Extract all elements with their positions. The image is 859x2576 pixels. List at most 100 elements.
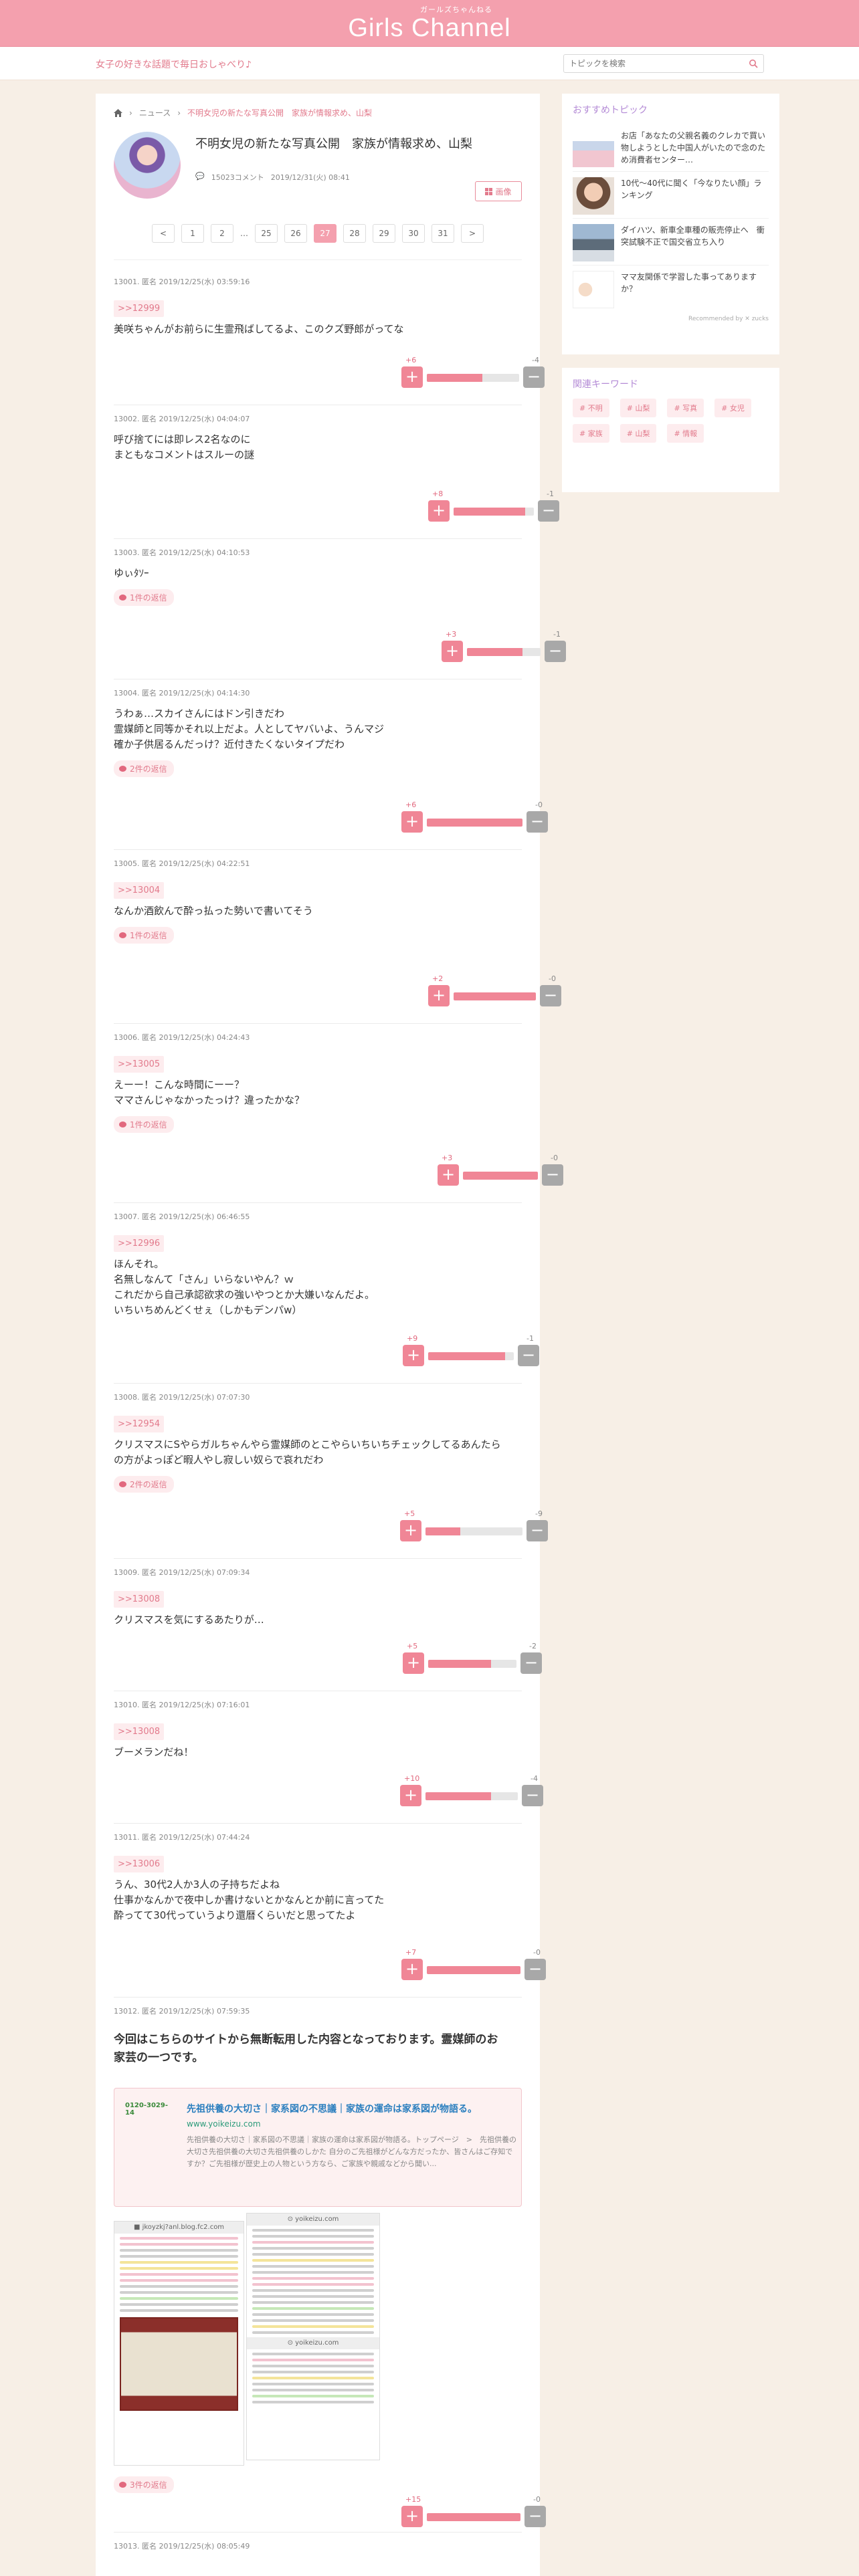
comment-line: ママさんじゃなかったっけ？違ったかな？: [114, 1094, 305, 1106]
pager-page[interactable]: 2: [211, 224, 233, 243]
minus-button[interactable]: −: [523, 366, 545, 388]
minus-button[interactable]: −: [527, 811, 548, 833]
plus-button[interactable]: +: [401, 366, 423, 388]
minus-button[interactable]: −: [520, 1652, 542, 1674]
pager-page[interactable]: 28: [343, 224, 366, 243]
minus-count: -1: [527, 1334, 534, 1343]
reply-badge[interactable]: 1件の返信: [114, 589, 174, 606]
recommended-title: おすすめトピック: [573, 105, 648, 116]
keyword-tag[interactable]: # 不明: [573, 399, 609, 417]
search-input[interactable]: [564, 55, 738, 72]
plus-button[interactable]: +: [403, 1345, 424, 1366]
plus-count: +3: [446, 630, 457, 639]
pager-page[interactable]: 27: [314, 224, 337, 243]
reply-anchor-link[interactable]: >>13008: [114, 1723, 165, 1740]
minus-button[interactable]: −: [545, 641, 566, 662]
vote-bar: [427, 2513, 520, 2521]
plus-button[interactable]: +: [428, 500, 450, 522]
minus-button[interactable]: −: [518, 1345, 539, 1366]
comment-body: クリスマスにSやらガルちゃんやら霊媒師のとこやらいちいちチェックしてるあんたらの…: [114, 1437, 501, 1468]
keyword-box: 関連キーワード # 不明 # 山梨 # 写真 # 女児 # 家族 # 山梨 # 情報: [562, 368, 779, 492]
recommended-item[interactable]: 10代〜40代に聞く「今なりたい顔」ランキング: [573, 171, 769, 218]
reply-anchor-link[interactable]: >>12954: [114, 1416, 165, 1432]
vote-bar-fill: [427, 374, 482, 382]
plus-count: +7: [405, 1948, 417, 1957]
recommended-item[interactable]: お店「あなたの父親名義のクレカで買い物しようとした中国人がいたので念のため消費者…: [573, 124, 769, 171]
pager-page[interactable]: 31: [432, 224, 454, 243]
reply-badge[interactable]: 3件の返信: [114, 2476, 174, 2493]
plus-button[interactable]: +: [438, 1164, 459, 1186]
search-icon[interactable]: [749, 59, 758, 68]
comment-line: の方がよっぽど暇人やし寂しい奴らで哀れだわ: [114, 1454, 324, 1466]
attached-screenshot-right[interactable]: ⊙ yoikeizu.com ⊙ yoikeizu.com: [246, 2213, 380, 2460]
home-icon[interactable]: [114, 108, 122, 117]
pager-next[interactable]: >: [461, 224, 484, 243]
logo-text: Girls Channel: [348, 14, 511, 42]
minus-button[interactable]: −: [522, 1785, 543, 1806]
screenshot-text-line: [120, 2267, 238, 2270]
reply-anchor-link[interactable]: >>12999: [114, 300, 165, 317]
breadcrumb-current[interactable]: 不明女児の新たな写真公開 家族が情報求め、山梨: [187, 107, 372, 118]
plus-button[interactable]: +: [400, 1520, 421, 1541]
reply-anchor-link[interactable]: >>13004: [114, 882, 165, 899]
keyword-tag[interactable]: # 写真: [667, 399, 704, 417]
reply-badge[interactable]: 2件の返信: [114, 1476, 174, 1493]
comment-count-icon: 💬: [195, 172, 205, 181]
reply-badge[interactable]: 1件の返信: [114, 927, 174, 944]
comment-line: ゆぃﾀｿｰ: [114, 567, 149, 579]
quote-title[interactable]: 先祖供養の大切さ｜家系図の不思議｜家族の運命は家系図が物語る。: [187, 2102, 477, 2115]
vote-controls: +2 -0 + −: [428, 974, 561, 1006]
minus-button[interactable]: −: [524, 1959, 546, 1980]
reply-anchor-link[interactable]: >>13006: [114, 1856, 165, 1872]
image-button[interactable]: 画像: [475, 181, 522, 201]
breadcrumb-category[interactable]: ニュース: [139, 107, 171, 118]
pager-prev[interactable]: <: [152, 224, 175, 243]
recommended-footer[interactable]: Recommended by ✕ zucks: [573, 312, 769, 322]
plus-button[interactable]: +: [401, 1959, 423, 1980]
pager-page[interactable]: 30: [402, 224, 425, 243]
vote-bar-fill: [425, 1527, 461, 1535]
minus-button[interactable]: −: [524, 2506, 546, 2527]
minus-count: -0: [535, 800, 543, 809]
pager-page[interactable]: 25: [255, 224, 278, 243]
reply-anchor-link[interactable]: >>12996: [114, 1235, 165, 1252]
reply-anchor-link[interactable]: >>13005: [114, 1056, 165, 1073]
quote-url[interactable]: www.yoikeizu.com: [187, 2119, 261, 2129]
plus-button[interactable]: +: [401, 811, 423, 833]
plus-button[interactable]: +: [400, 1785, 421, 1806]
plus-button[interactable]: +: [401, 2506, 423, 2527]
keyword-tag[interactable]: # 情報: [667, 424, 704, 443]
pager-page[interactable]: 1: [181, 224, 204, 243]
reply-badge[interactable]: 2件の返信: [114, 760, 174, 777]
vote-controls: +3 -0 + −: [438, 1154, 563, 1186]
vote-bar-fill: [454, 508, 525, 516]
plus-count: +8: [432, 490, 444, 498]
minus-button[interactable]: −: [542, 1164, 563, 1186]
plus-button[interactable]: +: [403, 1652, 424, 1674]
plus-button[interactable]: +: [428, 985, 450, 1006]
keyword-tag[interactable]: # 山梨: [619, 424, 657, 443]
keyword-tag[interactable]: # 女児: [714, 399, 751, 417]
minus-count: -9: [535, 1509, 543, 1518]
pager-page[interactable]: 29: [373, 224, 395, 243]
plus-button[interactable]: +: [442, 641, 463, 662]
screenshot-text-line: [120, 2261, 238, 2264]
recommended-item[interactable]: ママ友関係で学習した事ってありますか？: [573, 265, 769, 312]
minus-button[interactable]: −: [538, 500, 559, 522]
comment-header: 13002. 匿名 2019/12/25(水) 04:04:07: [114, 415, 250, 423]
reply-badge[interactable]: 1件の返信: [114, 1116, 174, 1133]
quoted-link-card[interactable]: 0120-3029-14 先祖供養の大切さ｜家系図の不思議｜家族の運命は家系図が物…: [114, 2088, 522, 2207]
topic-thumbnail[interactable]: [114, 132, 181, 199]
keyword-tag[interactable]: # 山梨: [619, 399, 657, 417]
reply-anchor-link[interactable]: >>13008: [114, 1591, 165, 1608]
keyword-tag[interactable]: # 家族: [573, 424, 609, 443]
grid-icon: [485, 187, 493, 195]
pager-page[interactable]: 26: [284, 224, 307, 243]
minus-button[interactable]: −: [540, 985, 561, 1006]
site-logo[interactable]: ガールズちゃんねる Girls Channel: [0, 4, 859, 41]
minus-button[interactable]: −: [527, 1520, 548, 1541]
attached-screenshot-left[interactable]: ■ jkoyzkj?anl.blog.fc2.com: [114, 2221, 244, 2466]
recommended-item[interactable]: ダイハツ、新車全車種の販売停止へ 衝突試験不正で国交省立ち入り: [573, 218, 769, 265]
screenshot-text-line: [120, 2297, 238, 2300]
screenshot-text-line: [252, 2247, 374, 2250]
